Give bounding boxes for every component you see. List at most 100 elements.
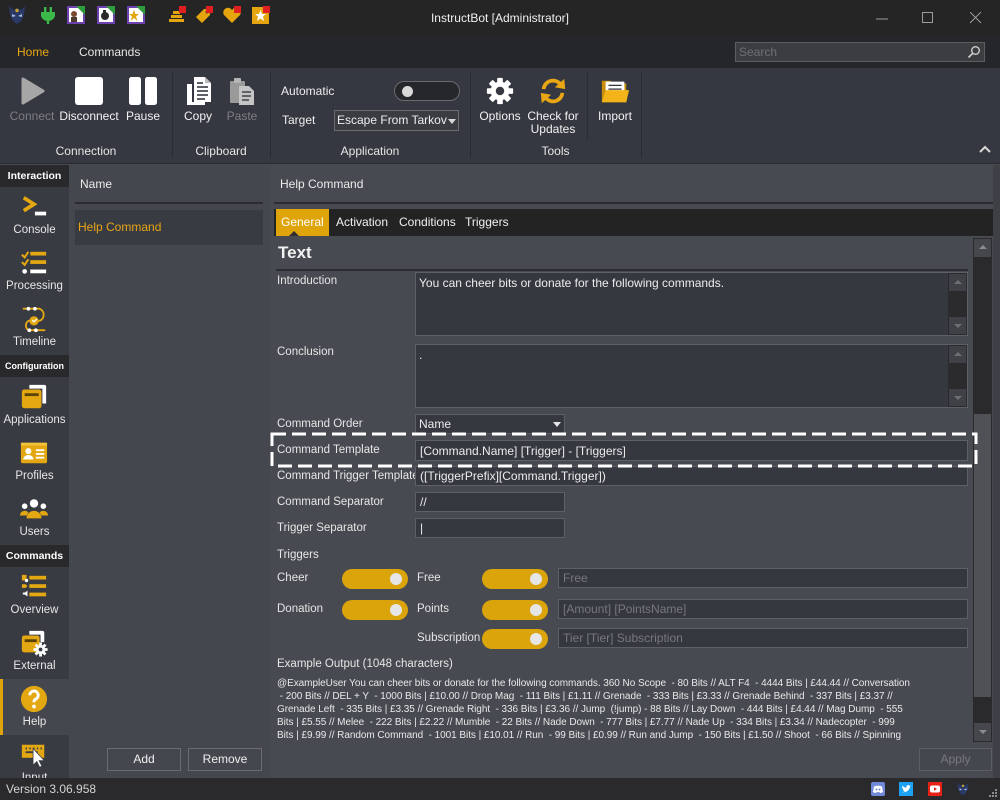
twitch-bot-icon[interactable]: [96, 5, 116, 25]
sidebar-item-label: Input: [21, 772, 48, 778]
automatic-toggle[interactable]: [394, 81, 460, 101]
status-bar: Version 3.06.958: [0, 778, 1000, 800]
tab-activation[interactable]: Activation: [336, 209, 388, 236]
resize-grip-icon[interactable]: [988, 788, 998, 798]
sidebar-item-overview[interactable]: Overview: [0, 567, 69, 623]
cheer-toggle[interactable]: [342, 569, 408, 589]
divider: [274, 202, 1000, 204]
youtube-icon[interactable]: [928, 782, 942, 796]
ribbon-separator: [587, 72, 588, 140]
sidebar-item-users[interactable]: Users: [0, 489, 69, 545]
list-item[interactable]: Help Command: [75, 210, 263, 245]
tab-label: General: [281, 215, 324, 229]
connect-button[interactable]: Connect: [7, 74, 57, 123]
editor-scrollbar[interactable]: [973, 238, 992, 742]
scroll-down-button[interactable]: [949, 389, 966, 406]
maximize-button[interactable]: [905, 0, 951, 36]
menu-tab-home[interactable]: Home: [17, 36, 49, 68]
pause-icon: [126, 74, 160, 108]
scroll-down-button[interactable]: [974, 723, 991, 741]
free-toggle[interactable]: [482, 569, 548, 589]
toggle-knob: [390, 573, 402, 585]
sidebar-item-input[interactable]: Input: [0, 735, 69, 778]
editor-title: Help Command: [280, 177, 364, 191]
copy-button[interactable]: Copy: [178, 74, 218, 123]
subscription-input[interactable]: [558, 628, 968, 648]
trigger-separator-input[interactable]: [415, 518, 565, 538]
tab-conditions[interactable]: Conditions: [399, 209, 456, 236]
collapse-ribbon-icon[interactable]: [978, 144, 992, 154]
example-output-line: @ExampleUser You can cheer bits or donat…: [277, 678, 910, 689]
add-button[interactable]: Add: [107, 748, 181, 771]
discord-icon[interactable]: [871, 782, 885, 796]
scrollbar-thumb[interactable]: [974, 414, 991, 697]
subscription-toggle[interactable]: [482, 629, 548, 649]
points-input[interactable]: [558, 599, 968, 619]
scroll-down-button[interactable]: [949, 317, 966, 334]
star-icon[interactable]: [251, 5, 271, 25]
sidebar-item-applications[interactable]: Applications: [0, 377, 69, 433]
introduction-scrollbar[interactable]: [948, 273, 967, 335]
sidebar-item-console[interactable]: Console: [0, 187, 69, 243]
apply-button[interactable]: Apply: [919, 748, 992, 771]
points-toggle[interactable]: [482, 600, 548, 620]
search-icon[interactable]: [967, 45, 981, 59]
command-trigger-template-input[interactable]: [415, 466, 968, 486]
twitch-account-icon[interactable]: [66, 5, 86, 25]
sidebar-item-timeline[interactable]: Timeline: [0, 299, 69, 355]
twitter-icon[interactable]: [899, 782, 913, 796]
target-select[interactable]: Escape From Tarkov: [334, 110, 459, 131]
introduction-textarea[interactable]: You can cheer bits or donate for the fol…: [415, 272, 968, 336]
close-button[interactable]: [953, 0, 999, 36]
conclusion-textarea[interactable]: .: [415, 344, 968, 408]
scroll-up-button[interactable]: [949, 274, 966, 291]
paste-button[interactable]: Paste: [222, 74, 262, 123]
chevron-down-icon: [553, 422, 561, 427]
bits-icon[interactable]: [167, 5, 187, 25]
command-separator-input[interactable]: [415, 492, 565, 512]
instructbot-logo-icon[interactable]: [956, 782, 970, 796]
command-template-input[interactable]: [415, 440, 968, 461]
scroll-up-button[interactable]: [949, 346, 966, 363]
import-button[interactable]: Import: [590, 74, 640, 123]
triggers-label: Triggers: [277, 549, 319, 561]
heart-icon[interactable]: [222, 5, 242, 25]
donation-toggle[interactable]: [342, 600, 408, 620]
plug-icon[interactable]: [38, 5, 58, 25]
stop-icon: [72, 74, 106, 108]
section-title: Text: [278, 243, 312, 262]
sidebar-item-help[interactable]: Help: [0, 679, 69, 735]
options-button[interactable]: Options: [475, 74, 525, 123]
active-tab-pointer: [289, 231, 299, 236]
play-icon: [15, 74, 49, 108]
command-list-panel: Name Help Command: [69, 165, 270, 778]
sidebar-item-external[interactable]: External: [0, 623, 69, 679]
tab-triggers[interactable]: Triggers: [465, 209, 509, 236]
sidebar-item-profiles[interactable]: Profiles: [0, 433, 69, 489]
list-header-name[interactable]: Name: [80, 177, 112, 191]
conclusion-label: Conclusion: [277, 346, 334, 358]
maximize-icon: [922, 12, 933, 23]
arrow-down-icon: [954, 396, 962, 400]
disconnect-button[interactable]: Disconnect: [59, 74, 119, 123]
twitch-events-icon[interactable]: [126, 5, 146, 25]
conclusion-scrollbar[interactable]: [948, 345, 967, 407]
app-logo-icon[interactable]: [7, 5, 27, 25]
free-label: Free: [417, 572, 441, 584]
tab-general[interactable]: General: [276, 209, 329, 236]
toggle-knob: [390, 604, 402, 616]
pause-button[interactable]: Pause: [123, 74, 163, 123]
tag-icon[interactable]: [194, 5, 214, 25]
sidebar-item-label: Console: [13, 224, 56, 236]
menu-tab-commands[interactable]: Commands: [79, 36, 140, 68]
search-input[interactable]: [736, 43, 964, 61]
scroll-up-button[interactable]: [974, 239, 991, 257]
sidebar-item-processing[interactable]: Processing: [0, 243, 69, 299]
free-input[interactable]: [558, 568, 968, 588]
check-updates-button[interactable]: Check for Updates: [523, 74, 583, 136]
command-order-select[interactable]: Name: [415, 414, 565, 434]
minimize-button[interactable]: [859, 0, 905, 36]
divider: [276, 269, 968, 271]
search-box: [735, 42, 985, 62]
remove-button[interactable]: Remove: [188, 748, 262, 771]
